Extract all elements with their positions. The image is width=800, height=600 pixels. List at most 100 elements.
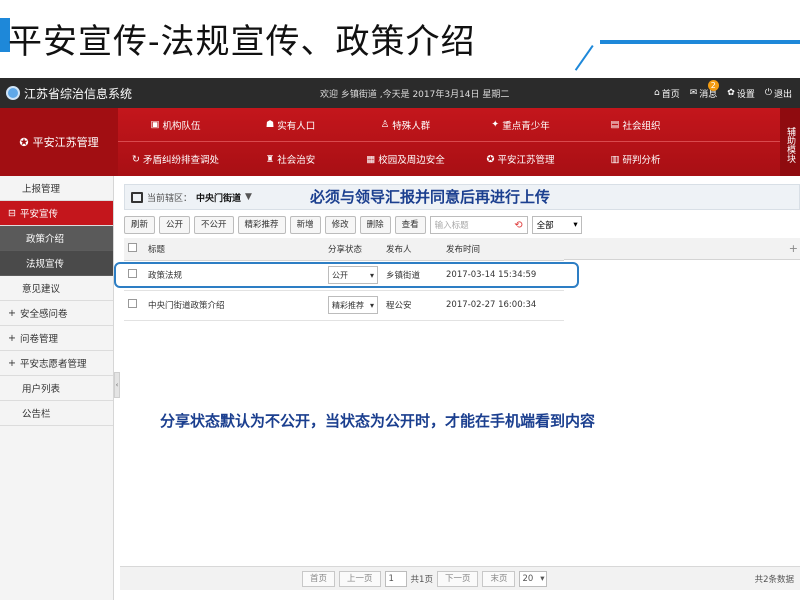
sidebar: 上报管理 ⊟ 平安宣传 政策介绍 法规宣传 意见建议 + 安全感问卷 + 问卷管理 +… [0, 176, 114, 600]
total-pages: 共1页 [410, 574, 433, 585]
row-checkbox[interactable] [128, 299, 137, 308]
settings-link[interactable]: ✿ 设置 [727, 87, 755, 100]
home-link[interactable]: ⌂ 首页 [654, 87, 680, 100]
unpublish-button[interactable]: 不公开 [194, 216, 234, 234]
plus-icon: + [8, 332, 16, 344]
area-selector[interactable]: 中央门街道 [196, 191, 241, 204]
module-title[interactable]: ✪ 平安江苏管理 [0, 108, 118, 176]
select-all-cell[interactable] [124, 238, 144, 261]
menu-item-analysis[interactable]: ▥ 研判分析 [578, 152, 693, 167]
main-content: 当前辖区： 中央门街道 ▼ 必须与领导汇报并同意后再进行上传 刷新 公开 不公开… [120, 180, 800, 600]
menu-label: 实有人口 [277, 120, 316, 132]
briefcase-icon: ▤ [610, 119, 620, 130]
sidebar-item-label: 用户列表 [22, 384, 61, 395]
sidebar-item-label: 平安志愿者管理 [19, 359, 87, 370]
column-header-publisher[interactable]: 发布人 [382, 238, 442, 261]
menu-item-disputes[interactable]: ↻ 矛盾纠纷排查调处 [118, 152, 233, 167]
view-button[interactable]: 查看 [394, 216, 426, 234]
status-filter-select[interactable]: 全部 ▾ [531, 216, 582, 234]
decorative-line [600, 40, 800, 44]
sidebar-item-volunteers[interactable]: + 平安志愿者管理 [0, 351, 113, 376]
school-icon: ▦ [366, 153, 376, 165]
logout-link[interactable]: ⏻ 退出 [765, 87, 792, 100]
column-header-title[interactable]: 标题 [144, 238, 324, 261]
search-input[interactable]: 输入标题 ⟲ [429, 216, 528, 234]
highlight-box [114, 262, 579, 288]
column-header-time[interactable]: 发布时间 [442, 238, 564, 261]
row-status-cell: 精彩推荐 ▾ [324, 290, 382, 321]
sidebar-item-label: 意见建议 [22, 284, 61, 295]
last-page-button[interactable]: 末页 [482, 570, 516, 587]
sidebar-item-bulletin[interactable]: 公告栏 [0, 401, 113, 426]
refresh-icon[interactable]: ⟲ [514, 220, 522, 231]
annotation-share-status: 分享状态默认为不公开，当状态为公开时，才能在手机端看到内容 [160, 412, 596, 430]
toolbar: 刷新 公开 不公开 精彩推荐 新增 修改 删除 查看 输入标题 ⟲ 全部 ▾ [124, 216, 582, 234]
table-row[interactable]: 中央门街道政策介绍 精彩推荐 ▾ 程公安 2017-02-27 16:00:34 [124, 290, 564, 321]
next-page-button[interactable]: 下一页 [436, 570, 479, 587]
menu-item-youth[interactable]: ✦ 重点青少年 [463, 118, 578, 132]
row-checkbox-cell[interactable] [124, 290, 144, 321]
sidebar-item-policy-intro[interactable]: 政策介绍 [0, 226, 113, 251]
sidebar-item-survey-management[interactable]: + 问卷管理 [0, 326, 113, 351]
total-records: 共2条数据 [754, 574, 794, 585]
sidebar-item-label: 上报管理 [22, 184, 61, 195]
menu-label: 重点青少年 [502, 120, 550, 132]
sidebar-item-report-management[interactable]: 上报管理 [0, 176, 113, 201]
menu-item-special-groups[interactable]: ♙ 特殊人群 [348, 118, 463, 132]
menu-row-2: ↻ 矛盾纠纷排查调处 ♜ 社会治安 ▦ 校园及周边安全 ✪ 平安江苏管理 ▥ 研判分析 [118, 142, 780, 176]
emblem-icon [6, 86, 20, 100]
menu-item-population[interactable]: ☗ 实有人口 [233, 118, 348, 132]
prev-page-button[interactable]: 上一页 [339, 570, 381, 587]
map-icon [131, 191, 143, 203]
menu-label: 机构队伍 [162, 120, 201, 132]
caret-down-icon[interactable]: ▼ [245, 192, 252, 202]
publish-button[interactable]: 公开 [159, 216, 191, 234]
sidebar-item-label: 公告栏 [22, 409, 51, 420]
sidebar-item-publicity[interactable]: ⊟ 平安宣传 [0, 201, 113, 226]
recommend-button[interactable]: 精彩推荐 [237, 216, 286, 234]
delete-button[interactable]: 删除 [359, 216, 391, 234]
runner-icon: ✦ [491, 119, 500, 130]
share-status-value: 精彩推荐 [332, 300, 364, 310]
sidebar-item-user-list[interactable]: 用户列表 [0, 376, 113, 401]
sidebar-item-suggestions[interactable]: 意见建议 [0, 276, 113, 301]
menu-label: 校园及周边安全 [378, 155, 445, 166]
header-links: ⌂ 首页 ✉ 消息 2 ✿ 设置 ⏻ 退出 [654, 79, 792, 100]
breadcrumb-prefix: 当前辖区： [147, 193, 193, 204]
refresh-icon: ↻ [132, 153, 140, 165]
add-column-icon[interactable]: + [789, 242, 798, 255]
first-page-button[interactable]: 首页 [302, 570, 336, 587]
menu-item-safe-jiangsu[interactable]: ✪ 平安江苏管理 [463, 152, 578, 167]
add-button[interactable]: 新增 [289, 216, 321, 234]
home-icon: ⌂ [654, 88, 660, 98]
settings-label: 设置 [736, 89, 755, 100]
column-header-status[interactable]: 分享状态 [324, 238, 382, 261]
menu-item-organization[interactable]: ▣ 机构队伍 [118, 118, 233, 132]
search-placeholder: 输入标题 [434, 221, 469, 231]
menu-label: 矛盾纠纷排查调处 [142, 155, 219, 166]
edit-button[interactable]: 修改 [324, 216, 356, 234]
sidebar-item-label: 问卷管理 [19, 334, 58, 345]
menu-item-campus-safety[interactable]: ▦ 校园及周边安全 [348, 152, 463, 167]
table-header: 标题 分享状态 发布人 发布时间 [124, 238, 564, 261]
plus-icon: + [8, 357, 16, 369]
menu-item-public-security[interactable]: ♜ 社会治安 [233, 152, 348, 167]
sidebar-item-safety-survey[interactable]: + 安全感问卷 [0, 301, 113, 326]
bar-chart-icon: ▥ [610, 153, 620, 165]
menu-label: 社会治安 [277, 155, 316, 166]
refresh-button[interactable]: 刷新 [124, 216, 156, 234]
mail-icon: ✉ [689, 88, 698, 98]
sidebar-item-law-publicity[interactable]: 法规宣传 [0, 251, 113, 276]
aux-module-toggle[interactable]: 辅助模块 [780, 108, 800, 176]
power-icon: ⏻ [764, 88, 772, 98]
caret-down-icon: ▾ [573, 220, 578, 230]
caret-down-icon: ▾ [540, 573, 545, 584]
menu-item-social-orgs[interactable]: ▤ 社会组织 [578, 118, 693, 132]
messages-link[interactable]: ✉ 消息 2 [689, 79, 719, 100]
page-number-input[interactable]: 1 [384, 570, 407, 587]
gear-icon: ✿ [727, 88, 735, 98]
share-status-select[interactable]: 精彩推荐 ▾ [328, 296, 378, 314]
select-all-checkbox[interactable] [128, 242, 137, 252]
slide-title: 平安宣传-法规宣传、政策介绍 [8, 22, 476, 62]
page-size-select[interactable]: 20 ▾ [519, 570, 548, 587]
